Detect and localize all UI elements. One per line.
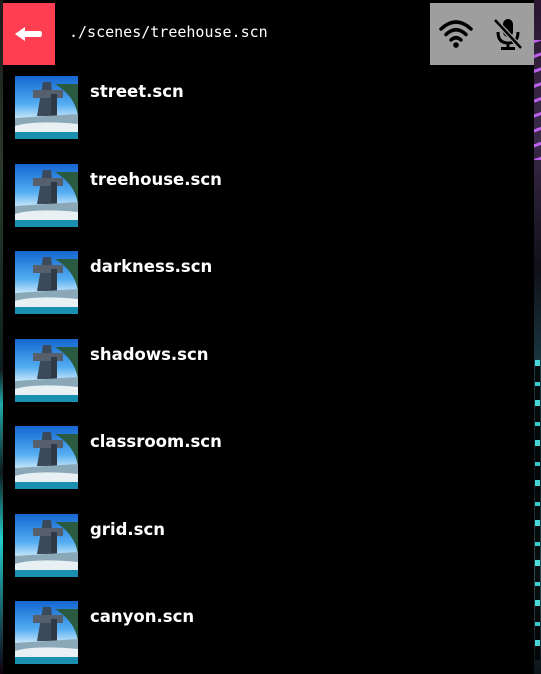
file-list: street.scn treehouse.scn darkness.scn sh… (3, 65, 534, 674)
file-item[interactable]: canyon.scn (3, 590, 534, 674)
microphone-muted-icon[interactable] (482, 3, 534, 65)
file-name: grid.scn (90, 519, 166, 539)
scene-thumbnail (15, 426, 78, 489)
file-name: classroom.scn (90, 432, 222, 451)
file-item[interactable]: street.scn (3, 65, 534, 153)
back-button[interactable] (3, 3, 55, 65)
scene-thumbnail (15, 513, 78, 577)
file-item[interactable]: shadows.scn (3, 328, 534, 416)
scene-thumbnail (15, 251, 78, 314)
file-name: treehouse.scn (90, 169, 222, 189)
file-item[interactable]: classroom.scn (3, 415, 534, 503)
scene-thumbnail (15, 338, 78, 402)
file-item[interactable]: treehouse.scn (3, 153, 534, 241)
scene-thumbnail (15, 163, 78, 227)
file-name: canyon.scn (90, 607, 195, 626)
wifi-icon[interactable] (430, 3, 482, 65)
file-name: shadows.scn (90, 344, 209, 364)
current-path: ./scenes/treehouse.scn (69, 23, 268, 41)
back-arrow-icon (15, 27, 42, 41)
scene-thumbnail (15, 76, 78, 139)
header-bar: ./scenes/treehouse.scn (3, 3, 534, 65)
file-name: street.scn (90, 82, 184, 101)
status-indicators (430, 3, 534, 65)
file-item[interactable]: darkness.scn (3, 240, 534, 328)
scene-thumbnail (15, 601, 78, 664)
file-item[interactable]: grid.scn (3, 503, 534, 591)
background-scenery-right (534, 0, 541, 674)
file-browser-panel: ./scenes/treehouse.scn street.scn treeho… (3, 3, 534, 674)
file-name: darkness.scn (90, 257, 213, 276)
